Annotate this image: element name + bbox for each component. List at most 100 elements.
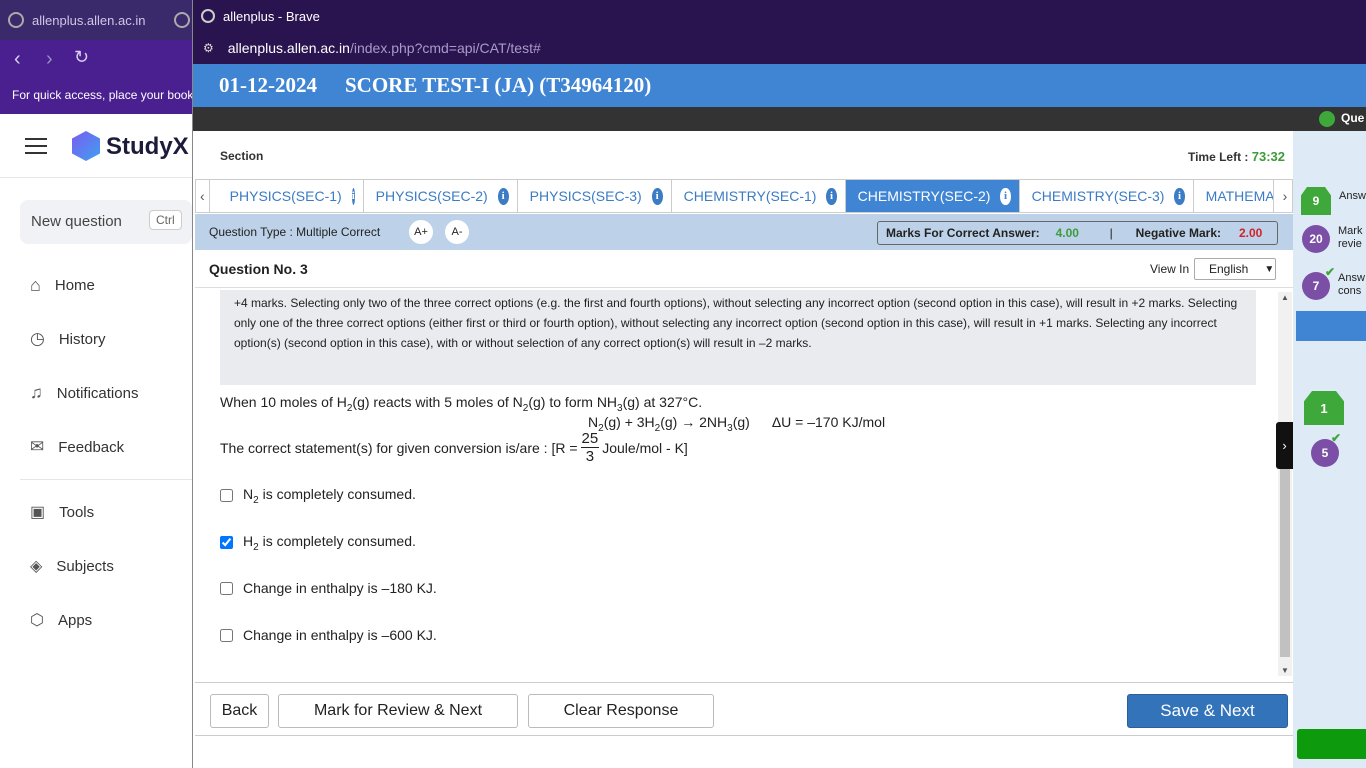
legend-marked: 20 Mark revie <box>1302 225 1362 253</box>
sidebar-item-label: Feedback <box>58 438 125 456</box>
section-tabs: ‹ PHYSICS(SEC-1) i PHYSICS(SEC-2) i PHYSIC… <box>195 179 1293 213</box>
time-left-value: 73:32 <box>1251 149 1285 164</box>
tab-label: CHEMISTRY(SEC-1) <box>683 188 817 204</box>
scrollbar-thumb[interactable] <box>1280 467 1290 657</box>
save-next-button[interactable]: Save & Next <box>1127 694 1288 728</box>
sidebar-item-label: Apps <box>57 611 93 629</box>
option-text: Change in enthalpy is –180 KJ. <box>243 580 437 596</box>
font-increase-button[interactable]: A+ <box>409 220 433 244</box>
ctrl-shortcut: Ctrl <box>149 210 182 230</box>
info-icon[interactable]: i <box>1000 187 1011 205</box>
sidebar-item-feedback[interactable]: ✉ Feedback <box>30 432 190 462</box>
info-icon[interactable]: i <box>651 187 663 205</box>
studyx-header: StudyX <box>0 114 192 178</box>
tab-favicon-icon[interactable] <box>174 12 190 28</box>
forward-arrow-icon[interactable]: › <box>46 48 53 71</box>
url-text[interactable]: allenplus.allen.ac.in/index.php?cmd=api/… <box>228 40 541 56</box>
mail-icon: ✉ <box>30 437 45 456</box>
legend-label: Answ <box>1339 190 1366 202</box>
tab-label: PHYSICS(SEC-1) <box>229 188 342 204</box>
globe-icon <box>8 12 24 28</box>
home-icon: ⌂ <box>30 274 41 295</box>
window-title: allenplus - Brave <box>223 8 320 24</box>
marks-box: Marks For Correct Answer: 4.00 | Negativ… <box>877 221 1278 245</box>
studyx-sidebar: New question Ctrl ⌂ Home ◷ History ♫ Notifi… <box>0 178 192 768</box>
option-text: Change in enthalpy is –600 KJ. <box>243 627 437 643</box>
submit-button[interactable] <box>1297 729 1366 759</box>
language-select[interactable]: English ▼ <box>1194 258 1276 280</box>
hamburger-menu-icon[interactable] <box>25 138 47 154</box>
tab-chemistry-sec-2[interactable]: CHEMISTRY(SEC-2) i <box>845 180 1020 212</box>
option-4[interactable]: Change in enthalpy is –600 KJ. <box>220 627 437 643</box>
site-settings-icon[interactable]: ⚙ <box>203 41 214 55</box>
studyx-logo-icon <box>72 131 100 161</box>
question-type-bar: Question Type : Multiple Correct A+ A- M… <box>195 214 1293 250</box>
option-2[interactable]: H2 is completely consumed. <box>220 533 416 553</box>
background-tab[interactable]: allenplus.allen.ac.in <box>8 6 168 34</box>
sidebar-item-label: History <box>58 330 106 348</box>
back-arrow-icon[interactable]: ‹ <box>14 48 21 71</box>
option-checkbox[interactable] <box>220 536 233 550</box>
option-checkbox[interactable] <box>220 489 233 503</box>
content-scrollbar[interactable]: ▲ ▼ <box>1278 292 1292 676</box>
back-button[interactable]: Back <box>210 694 269 728</box>
info-icon[interactable]: i <box>351 187 355 205</box>
tabs-scroll-right[interactable]: › <box>1278 180 1292 212</box>
sidebar-item-tools[interactable]: ▣ Tools <box>30 497 190 527</box>
test-name: SCORE TEST-I (JA) (T34964120) <box>345 73 652 97</box>
scroll-down-icon[interactable]: ▼ <box>1281 666 1289 675</box>
tab-title: allenplus.allen.ac.in <box>32 12 146 28</box>
option-checkbox[interactable] <box>220 628 233 642</box>
tab-label: PHYSICS(SEC-2) <box>375 188 488 204</box>
tab-chemistry-sec-3[interactable]: CHEMISTRY(SEC-3) i <box>1020 180 1194 212</box>
view-in-label: View In <box>1150 262 1190 276</box>
marked-count-icon: 20 <box>1302 225 1330 253</box>
mark-review-button[interactable]: Mark for Review & Next <box>278 694 518 728</box>
marks-correct-label: Marks For Correct Answer: <box>886 226 1040 240</box>
question-paper-icon[interactable] <box>1319 111 1335 127</box>
info-icon[interactable]: i <box>497 187 509 205</box>
info-icon[interactable]: i <box>826 187 837 205</box>
option-1[interactable]: N2 is completely consumed. <box>220 486 416 506</box>
new-question-box[interactable]: New question Ctrl <box>20 200 192 244</box>
info-icon[interactable]: i <box>1174 187 1185 205</box>
sidebar-item-home[interactable]: ⌂ Home <box>30 270 190 300</box>
delta-u: ΔU = –170 KJ/mol <box>771 414 886 430</box>
question-number-row: Question No. 3 View In English ▼ <box>195 250 1293 288</box>
reload-icon[interactable]: ↻ <box>74 47 89 68</box>
graduation-cap-icon: ◈ <box>30 558 43 575</box>
url-bar[interactable]: ⚙ allenplus.allen.ac.in/index.php?cmd=ap… <box>193 32 1366 64</box>
negative-mark-value: 2.00 <box>1239 226 1263 240</box>
tab-mathematics[interactable]: MATHEMATI <box>1194 180 1274 212</box>
collapse-panel-button[interactable]: › <box>1276 422 1293 469</box>
question-text-line1: When 10 moles of H2(g) reacts with 5 mol… <box>220 394 703 414</box>
option-checkbox[interactable] <box>220 581 233 595</box>
scroll-up-icon[interactable]: ▲ <box>1281 293 1289 302</box>
background-toolbar: ‹ › ↻ <box>0 40 192 80</box>
tab-chemistry-sec-1[interactable]: CHEMISTRY(SEC-1) i <box>672 180 846 212</box>
globe-icon <box>201 9 215 23</box>
sidebar-item-notifications[interactable]: ♫ Notifications <box>30 378 190 408</box>
sidebar-item-apps[interactable]: ⬡ Apps <box>30 605 190 635</box>
tab-label: CHEMISTRY(SEC-2) <box>857 188 991 204</box>
question-type: Question Type : Multiple Correct <box>209 225 381 239</box>
tab-physics-sec-2[interactable]: PHYSICS(SEC-2) i <box>364 180 518 212</box>
marks-correct-value: 4.00 <box>1055 226 1079 240</box>
sidebar-item-label: Subjects <box>56 557 114 575</box>
tab-label: CHEMISTRY(SEC-3) <box>1031 188 1165 204</box>
option-3[interactable]: Change in enthalpy is –180 KJ. <box>220 580 437 596</box>
font-decrease-button[interactable]: A- <box>445 220 469 244</box>
section-header-bar <box>1296 311 1366 341</box>
sidebar-item-history[interactable]: ◷ History <box>30 324 190 354</box>
sidebar-item-subjects[interactable]: ◈ Subjects <box>30 551 190 581</box>
question-paper-link[interactable]: Que <box>1341 111 1364 125</box>
question-paper-bar: Que <box>193 107 1366 131</box>
bottom-action-bar: Back Mark for Review & Next Clear Respon… <box>195 682 1293 736</box>
palette-question-1[interactable]: 1 <box>1304 391 1344 425</box>
clear-response-button[interactable]: Clear Response <box>528 694 714 728</box>
tab-physics-sec-3[interactable]: PHYSICS(SEC-3) i <box>518 180 672 212</box>
tabs-scroll-left[interactable]: ‹ <box>196 180 210 212</box>
cube-icon: ⬡ <box>30 612 44 629</box>
option-text: N2 is completely consumed. <box>243 486 416 506</box>
tab-physics-sec-1[interactable]: PHYSICS(SEC-1) i <box>210 180 364 212</box>
